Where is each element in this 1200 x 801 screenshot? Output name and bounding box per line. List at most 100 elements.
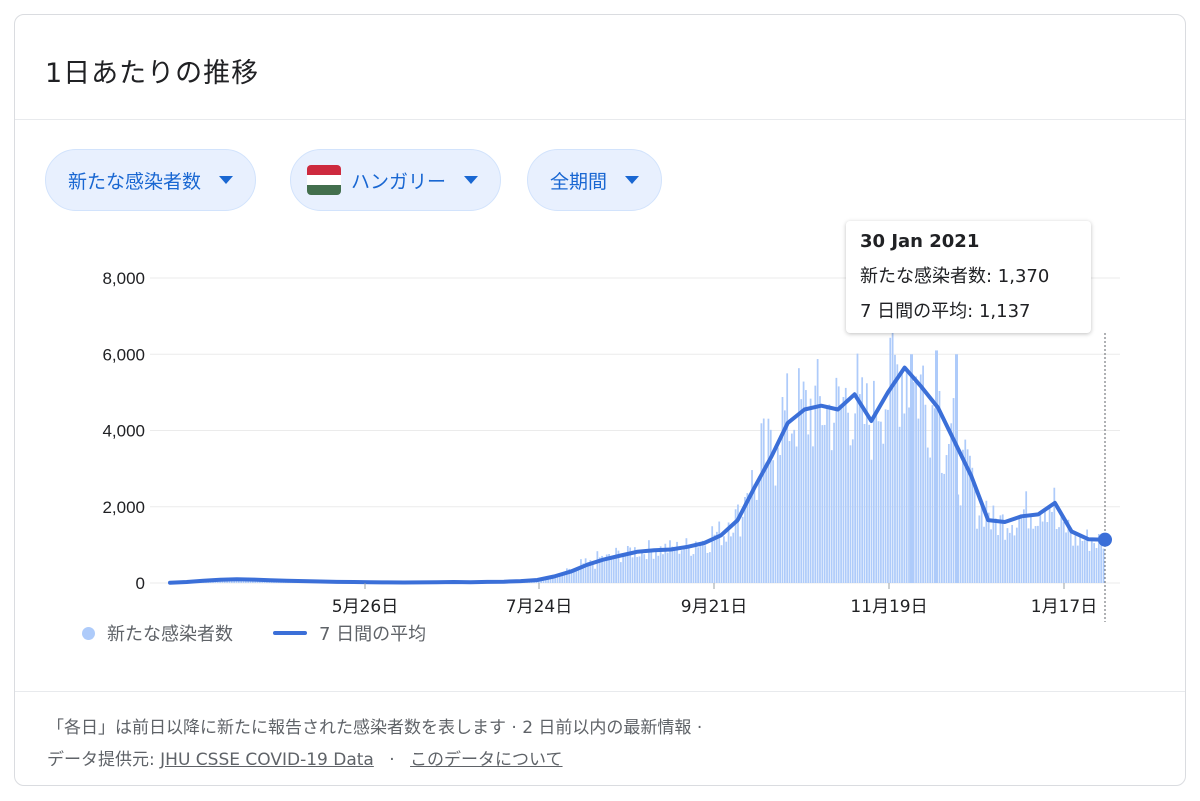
case-bar <box>730 536 732 583</box>
case-bar <box>1032 528 1035 583</box>
case-bar <box>655 551 657 583</box>
x-tick-label: 5月26日 <box>332 597 398 617</box>
case-bar <box>781 397 784 583</box>
y-tick-label: 6,000 <box>102 345 145 364</box>
case-bar <box>1015 527 1018 583</box>
case-bar <box>1060 514 1063 583</box>
case-bar <box>856 353 859 583</box>
case-bar <box>863 423 866 583</box>
case-bar <box>1095 547 1098 583</box>
case-bar <box>894 354 896 583</box>
case-bar <box>755 499 758 583</box>
case-bar <box>908 407 910 583</box>
case-bar <box>926 447 929 583</box>
case-bar <box>882 443 885 583</box>
legend-line-swatch <box>273 631 307 635</box>
y-tick-label: 2,000 <box>102 498 145 517</box>
case-bar <box>922 365 924 583</box>
case-bar <box>687 545 690 583</box>
case-bar <box>638 556 641 583</box>
case-bar <box>776 447 779 583</box>
x-tick-label: 11月19日 <box>850 597 927 617</box>
case-bar <box>940 472 943 583</box>
case-bar <box>868 424 871 583</box>
case-bar <box>870 459 873 583</box>
case-bar <box>732 532 735 583</box>
case-bar <box>1001 514 1004 583</box>
case-bar <box>760 423 763 583</box>
case-bar <box>624 554 627 583</box>
case-bar <box>577 569 580 583</box>
case-bar <box>821 425 824 583</box>
case-bar <box>561 575 564 583</box>
case-bar <box>943 473 946 583</box>
case-bar <box>898 426 901 583</box>
case-bar <box>873 380 875 583</box>
case-bar <box>903 413 906 583</box>
case-bar <box>973 487 976 583</box>
cases-chart[interactable]: 0 2,000 4,000 6,000 8,000 5月26日 7月24日 9月21日 11月1… <box>0 0 1200 801</box>
tooltip-date: 30 Jan 2021 <box>860 231 980 252</box>
case-bar <box>889 337 892 583</box>
case-bar <box>910 354 913 583</box>
case-bar <box>828 404 831 583</box>
case-bar <box>1069 528 1072 583</box>
case-bar <box>1037 525 1039 583</box>
case-bar <box>800 399 803 583</box>
case-bar <box>992 505 995 583</box>
case-bar <box>1102 548 1105 583</box>
y-tick-label: 4,000 <box>102 422 145 441</box>
case-bar <box>758 476 760 583</box>
case-bar <box>929 457 931 583</box>
case-bar <box>701 540 704 583</box>
case-bar <box>788 441 791 583</box>
case-bar <box>952 398 955 583</box>
case-bar <box>1079 536 1081 583</box>
case-bar <box>884 409 887 583</box>
case-bar <box>673 550 676 583</box>
case-bar <box>713 534 716 583</box>
case-bar <box>1058 527 1060 583</box>
tooltip-average: 7 日間の平均: 1,137 <box>860 301 1031 322</box>
case-bar <box>980 501 983 583</box>
case-bar <box>915 376 917 583</box>
case-bar <box>772 460 774 583</box>
case-bar <box>680 550 683 583</box>
case-bar <box>694 541 697 583</box>
case-bar <box>830 450 833 583</box>
case-bar <box>706 552 709 583</box>
y-tick-label: 8,000 <box>102 269 145 288</box>
case-bar <box>580 559 582 583</box>
legend-bars-label: 新たな感染者数 <box>107 624 233 645</box>
case-bar <box>858 394 861 583</box>
case-bar <box>652 558 655 583</box>
case-bar <box>739 536 742 583</box>
x-tick-label: 1月17日 <box>1031 597 1097 617</box>
case-bar <box>615 547 617 583</box>
case-bar <box>849 445 852 583</box>
case-bar <box>697 547 699 583</box>
case-bar <box>847 412 849 583</box>
case-bar <box>779 455 782 583</box>
case-bar <box>919 374 922 583</box>
case-bar <box>1083 540 1086 583</box>
case-bar <box>875 410 878 583</box>
case-bar <box>648 540 650 583</box>
case-bar <box>983 526 985 583</box>
case-bar <box>997 535 999 583</box>
case-bar <box>1039 511 1042 583</box>
case-bar <box>1022 509 1025 583</box>
legend-line-label: 7 日間の平均 <box>319 624 427 645</box>
case-bar <box>626 545 629 583</box>
case-bar <box>935 350 938 583</box>
case-bar <box>1011 524 1014 583</box>
case-bar <box>795 446 798 583</box>
case-bar <box>666 552 669 583</box>
chart-tooltip: 30 Jan 2021 新たな感染者数: 1,370 7 日間の平均: 1,13… <box>846 221 1091 333</box>
case-bar <box>901 374 903 583</box>
case-bar <box>678 553 681 583</box>
case-bar <box>699 543 702 583</box>
case-bar <box>1041 521 1044 583</box>
case-bar <box>812 446 814 583</box>
case-bar <box>854 413 857 583</box>
